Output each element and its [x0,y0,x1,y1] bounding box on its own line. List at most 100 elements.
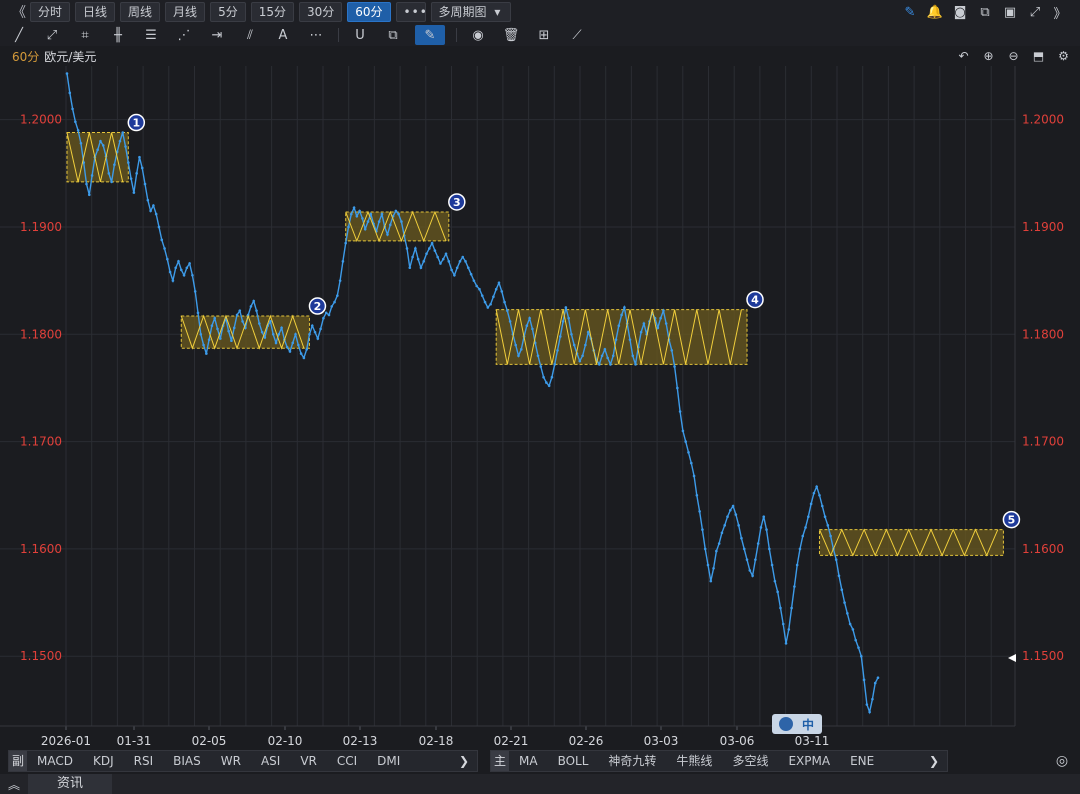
main-next-icon[interactable]: ❯ [921,754,947,768]
price-point [316,337,320,340]
grid-tools-icon[interactable]: ⊞ [533,25,555,45]
fib-tool-icon[interactable]: ⫽ [239,25,261,45]
collapse-right-icon[interactable]: 》 [1050,2,1070,22]
price-point [603,348,607,351]
pen-edit-icon[interactable]: ✎ [900,2,920,22]
price-point [486,306,490,309]
fan-tool-icon[interactable]: ⋰ [173,25,195,45]
chart-setting-icon[interactable]: ⬒ [1030,48,1047,64]
main-indicator-6[interactable]: ENE [840,751,884,771]
period-button-2[interactable]: 周线 [120,2,161,22]
ruler-icon[interactable]: ⟋ [566,25,588,45]
candles-tool-icon[interactable]: ╫ [107,25,129,45]
price-point [606,356,609,360]
camera-icon[interactable]: ◙ [950,2,970,22]
magnet-icon[interactable]: U [349,25,371,45]
price-point [709,579,713,583]
price-point [742,547,746,551]
period-button-6[interactable]: 30分 [298,2,343,22]
main-indicator-5[interactable]: EXPMA [778,751,840,771]
main-indicator-2[interactable]: 神奇九转 [598,751,666,771]
price-point [388,223,392,227]
zone-marker-label: 2 [314,300,322,313]
period-button-0[interactable]: 分时 [30,2,71,22]
sub-indicator-asi[interactable]: ASI [251,751,290,771]
monitor-icon[interactable]: ▣ [1000,2,1020,22]
period-button-5[interactable]: 15分 [250,2,294,22]
price-point [720,531,724,535]
sub-indicator-macd[interactable]: MACD [27,751,83,771]
price-point [79,141,83,145]
ray-tool-icon[interactable]: ⤢ [41,25,63,45]
price-point [818,493,821,497]
zoom-out-icon[interactable]: ⊖ [1005,48,1022,64]
sub-indicator-cci[interactable]: CCI [327,751,367,771]
fullscreen-icon[interactable]: ⤢ [1025,2,1045,22]
measure-tool-icon[interactable]: ⇥ [206,25,228,45]
line-tool-icon[interactable]: ╱ [8,25,30,45]
pencil-icon[interactable]: ✎ [415,25,445,45]
main-indicator-list: MA BOLL 神奇九转 牛熊线 多空线 EXPMA ENE [509,751,884,771]
expand-up-icon[interactable]: ︽ [0,776,28,793]
text-tool-icon[interactable]: A [272,25,294,45]
main-indicator-0[interactable]: MA [509,751,548,771]
period-button-1[interactable]: 日线 [75,2,116,22]
trash-icon[interactable]: 🗑 [500,25,522,45]
sub-indicator-rsi[interactable]: RSI [124,751,164,771]
y-tick-label-right: 1.1700 [1022,435,1064,449]
price-point [210,324,214,328]
bell-icon[interactable]: 🔔 [925,2,945,22]
multi-period-dropdown[interactable]: 多周期图 ▾ [430,2,511,22]
sub-indicator-vr[interactable]: VR [290,751,327,771]
zoom-in-icon[interactable]: ⊕ [980,48,997,64]
price-point [670,349,674,352]
price-point [386,233,389,236]
sub-indicator-dmi[interactable]: DMI [367,751,410,771]
price-point [291,341,295,345]
y-tick-label-right: 1.1600 [1022,542,1064,556]
sub-indicator-kdj[interactable]: KDJ [83,751,124,771]
location-icon[interactable]: ◎ [1052,751,1072,771]
price-point [238,309,242,312]
text-lines-tool-icon[interactable]: ☰ [140,25,162,45]
price-point [506,309,509,312]
price-point [121,131,125,134]
more-tools-icon[interactable]: ⋯ [305,25,327,45]
price-point [673,365,676,368]
price-point [336,294,339,297]
eye-icon[interactable]: ◉ [467,25,489,45]
x-tick-label: 01-31 [117,734,152,748]
period-button-3[interactable]: 月线 [165,2,206,22]
sub-next-icon[interactable]: ❯ [451,754,477,768]
price-chart[interactable]: 2026-01 01-31 02-05 02-10 02-13 02-18 02-21 02-… [0,66,1080,750]
gear-icon[interactable]: ⚙ [1055,48,1072,64]
price-point [129,177,133,180]
main-indicator-3[interactable]: 牛熊线 [666,751,722,771]
collapse-left-icon[interactable]: 《 [8,2,30,22]
main-indicator-1[interactable]: BOLL [548,751,599,771]
price-point [419,266,423,270]
copy-window-icon[interactable]: ⧉ [975,2,995,22]
layers-icon[interactable]: ⧉ [382,25,404,45]
y-tick-label-left: 1.2000 [20,113,62,127]
sub-indicator-bias[interactable]: BIAS [163,751,211,771]
price-point [631,354,635,358]
price-point [539,365,543,368]
undo-icon[interactable]: ↶ [955,48,972,64]
period-button-7[interactable]: 60分 [347,2,391,22]
price-point [634,363,637,366]
price-point [547,384,551,388]
info-tab[interactable]: 资讯 [28,774,112,794]
crop-tool-icon[interactable]: ⌗ [74,25,96,45]
price-point [405,247,409,250]
price-point [790,606,793,610]
sub-indicator-wr[interactable]: WR [211,751,251,771]
price-point [545,381,548,384]
more-periods-button[interactable]: ••• [395,2,427,22]
price-point [659,316,662,320]
price-point [684,440,688,443]
price-point [706,563,710,567]
period-button-4[interactable]: 5分 [210,2,246,22]
price-point [352,206,356,209]
main-indicator-4[interactable]: 多空线 [722,751,778,771]
